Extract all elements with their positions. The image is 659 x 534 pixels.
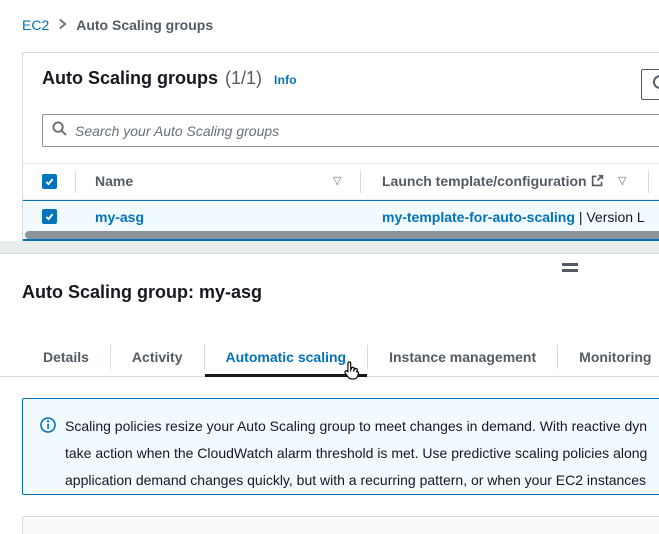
breadcrumb-current: Auto Scaling groups	[76, 17, 213, 33]
search-input[interactable]	[75, 123, 659, 139]
sort-icon-launch-template[interactable]: ▽	[618, 174, 626, 187]
search-box	[42, 114, 659, 147]
info-banner-text: Scaling policies resize your Auto Scalin…	[65, 413, 647, 494]
breadcrumb-ec2-link[interactable]: EC2	[22, 17, 49, 33]
ec2-console-screen: EC2 Auto Scaling groups Auto Scaling gro…	[0, 0, 659, 534]
row-checkbox[interactable]	[42, 209, 57, 224]
horizontal-scrollbar[interactable]	[25, 231, 659, 239]
column-header-name[interactable]: Name	[95, 173, 133, 189]
table-header: Name ▽ Launch template/configuration ▽	[23, 163, 659, 200]
column-divider	[75, 171, 76, 193]
sort-icon-name[interactable]: ▽	[333, 174, 341, 187]
scaling-policies-card	[22, 516, 659, 534]
column-divider	[360, 171, 361, 193]
launch-template-link[interactable]: my-template-for-auto-scaling	[382, 209, 575, 225]
breadcrumb: EC2 Auto Scaling groups	[22, 17, 213, 33]
asg-list-card: Auto Scaling groups (1/1) Info Name	[22, 52, 659, 241]
info-icon	[40, 417, 56, 494]
external-link-icon	[591, 174, 604, 190]
banner-line: application demand changes quickly, but …	[65, 467, 647, 494]
drag-handle-bar	[562, 263, 578, 266]
chevron-right-icon	[58, 17, 67, 33]
page-title: Auto Scaling groups	[42, 68, 218, 89]
info-link[interactable]: Info	[274, 73, 297, 87]
tab-automatic-scaling[interactable]: Automatic scaling	[205, 336, 368, 377]
asg-count: (1/1)	[225, 68, 262, 89]
detail-split-panel: Auto Scaling group: my-asg Details Activ…	[0, 253, 659, 534]
column-divider	[648, 171, 649, 193]
search-icon	[52, 121, 67, 141]
info-banner: Scaling policies resize your Auto Scalin…	[22, 398, 659, 495]
select-all-checkbox[interactable]	[42, 174, 57, 189]
detail-panel-title: Auto Scaling group: my-asg	[22, 282, 262, 303]
split-panel-drag-handle[interactable]	[562, 263, 578, 275]
table-row[interactable]: my-asg my-template-for-auto-scaling | Ve…	[23, 200, 659, 241]
asg-name-link[interactable]: my-asg	[95, 209, 144, 225]
tabs: Details Activity Automatic scaling Insta…	[22, 336, 659, 377]
launch-template-version: | Version L	[579, 209, 645, 225]
refresh-button[interactable]	[641, 69, 659, 100]
tab-details[interactable]: Details	[22, 336, 110, 377]
tab-monitoring[interactable]: Monitoring	[558, 336, 659, 377]
column-header-launch-template[interactable]: Launch template/configuration	[382, 173, 587, 189]
drag-handle-bar	[562, 269, 578, 272]
tab-instance-management[interactable]: Instance management	[368, 336, 557, 377]
launch-template-cell: my-template-for-auto-scaling | Version L	[382, 209, 645, 225]
refresh-icon	[651, 73, 659, 96]
panel-gap	[0, 241, 659, 253]
tab-activity[interactable]: Activity	[111, 336, 204, 377]
banner-line: Scaling policies resize your Auto Scalin…	[65, 413, 647, 440]
asg-card-header: Auto Scaling groups (1/1) Info	[42, 68, 297, 89]
banner-line: take action when the CloudWatch alarm th…	[65, 440, 647, 467]
